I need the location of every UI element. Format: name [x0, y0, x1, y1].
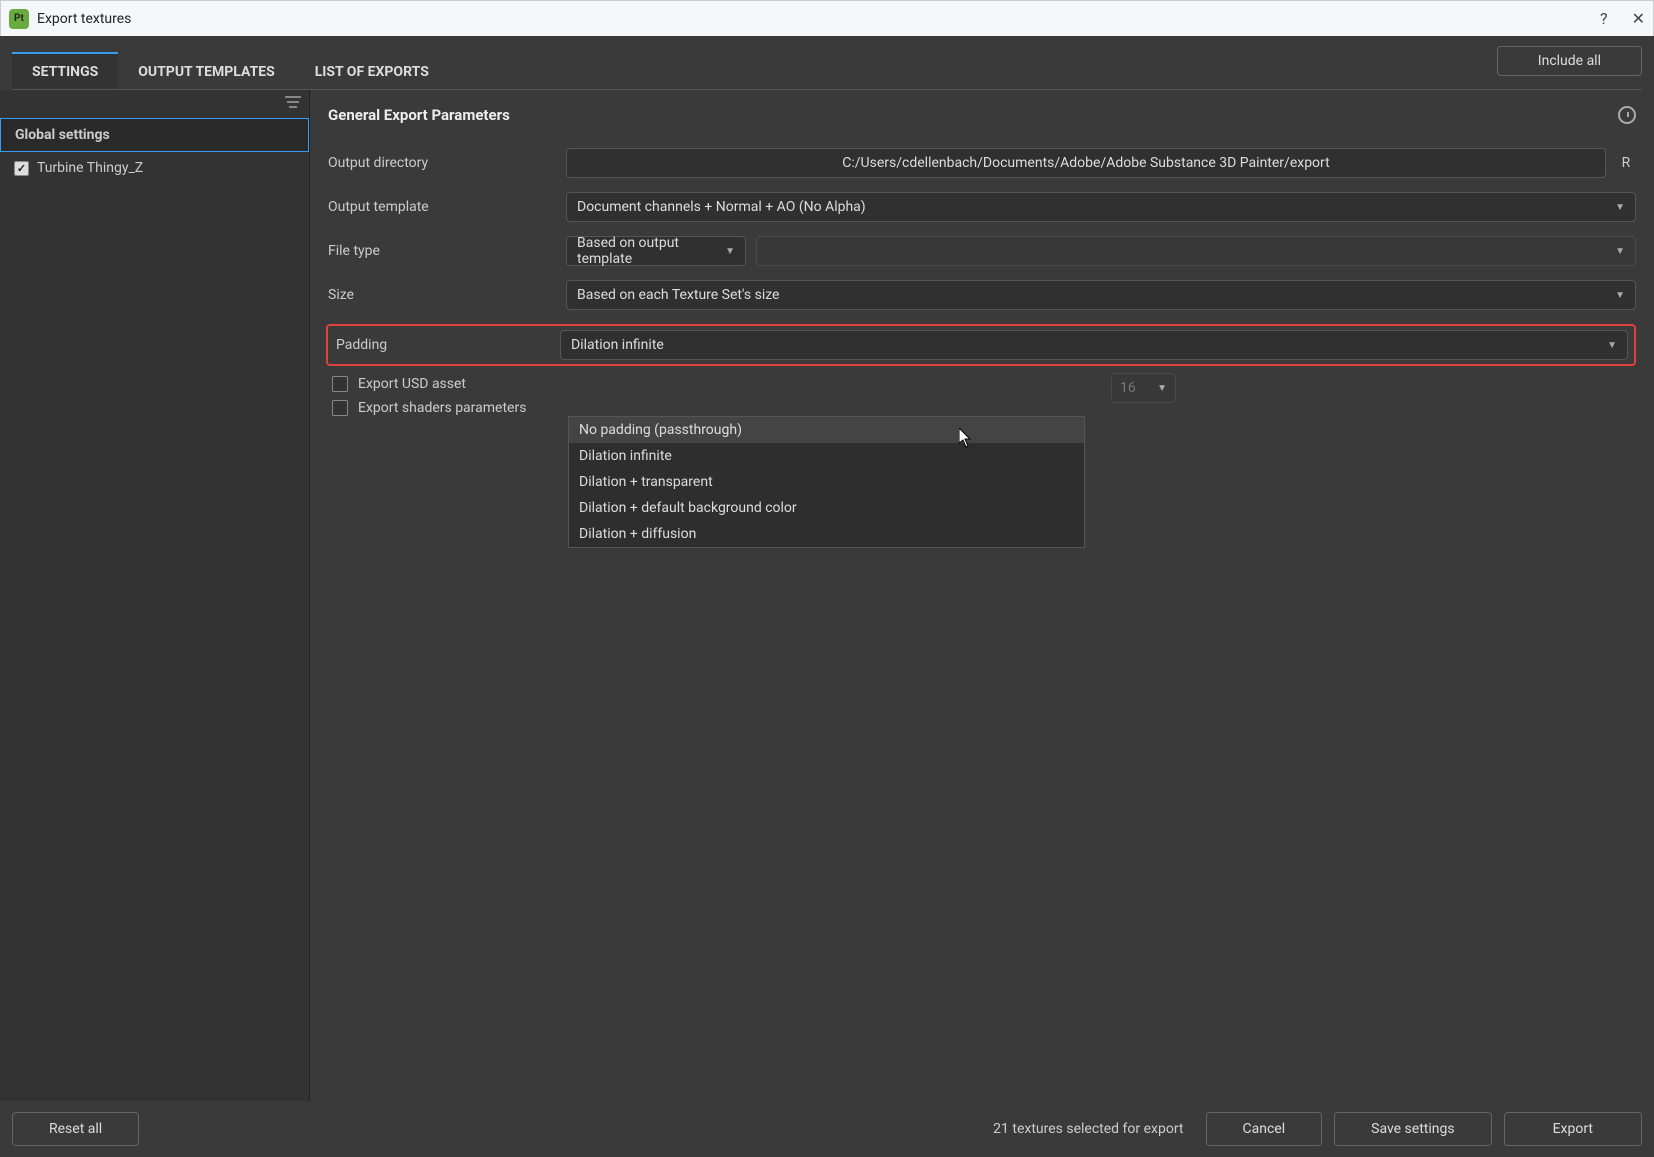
sidebar: Global settings ✓ Turbine Thingy_Z — [0, 90, 310, 1101]
texture-set-checkbox[interactable]: ✓ — [14, 161, 29, 176]
close-button[interactable]: ✕ — [1632, 9, 1645, 28]
row-padding: Padding Dilation infinite ▼ — [326, 324, 1636, 366]
row-output-template: Output template Document channels + Norm… — [328, 192, 1636, 222]
sidebar-global-settings[interactable]: Global settings — [0, 118, 309, 152]
label-export-usd: Export USD asset — [358, 376, 466, 392]
padding-option-dilation-default-bg[interactable]: Dilation + default background color — [569, 495, 1084, 521]
select-file-type[interactable]: Based on output template ▼ — [566, 236, 746, 266]
select-file-type-secondary: ▼ — [756, 236, 1636, 266]
chevron-down-icon: ▼ — [1615, 202, 1625, 213]
tab-output-templates[interactable]: OUTPUT TEMPLATES — [118, 52, 295, 90]
chevron-down-icon: ▼ — [725, 246, 735, 257]
tabbar: SETTINGS OUTPUT TEMPLATES LIST OF EXPORT… — [0, 36, 1654, 90]
row-output-directory: Output directory C:/Users/cdellenbach/Do… — [328, 148, 1636, 178]
sidebar-filter-icon[interactable] — [285, 96, 301, 112]
sidebar-global-settings-label: Global settings — [15, 127, 110, 143]
input-output-directory[interactable]: C:/Users/cdellenbach/Documents/Adobe/Ado… — [566, 148, 1606, 178]
select-output-template[interactable]: Document channels + Normal + AO (No Alph… — [566, 192, 1636, 222]
label-output-template: Output template — [328, 199, 556, 215]
sidebar-item-texture-set[interactable]: ✓ Turbine Thingy_Z — [0, 152, 309, 184]
padding-option-dilation-diffusion[interactable]: Dilation + diffusion — [569, 521, 1084, 547]
tab-settings[interactable]: SETTINGS — [12, 52, 118, 90]
padding-option-dilation-infinite[interactable]: Dilation infinite — [569, 443, 1084, 469]
help-button[interactable]: ? — [1600, 9, 1608, 28]
reset-output-directory-button[interactable]: R — [1616, 155, 1636, 171]
titlebar: Pt Export textures ? ✕ — [0, 0, 1654, 36]
label-output-directory: Output directory — [328, 155, 556, 171]
row-export-shaders[interactable]: Export shaders parameters — [328, 400, 1636, 416]
reset-all-button[interactable]: Reset all — [12, 1112, 139, 1146]
status-text: 21 textures selected for export — [151, 1121, 1193, 1137]
export-button[interactable]: Export — [1504, 1112, 1642, 1146]
label-file-type: File type — [328, 243, 556, 259]
tab-list-of-exports[interactable]: LIST OF EXPORTS — [295, 52, 449, 90]
chevron-down-icon: ▼ — [1157, 383, 1167, 394]
label-export-shaders: Export shaders parameters — [358, 400, 526, 416]
label-size: Size — [328, 287, 556, 303]
select-padding[interactable]: Dilation infinite ▼ — [560, 330, 1628, 360]
label-padding: Padding — [328, 337, 550, 353]
texture-set-label: Turbine Thingy_Z — [37, 160, 143, 176]
row-file-type: File type Based on output template ▼ ▼ — [328, 236, 1636, 266]
select-size[interactable]: Based on each Texture Set's size ▼ — [566, 280, 1636, 310]
chevron-down-icon: ▼ — [1607, 340, 1617, 351]
include-all-button[interactable]: Include all — [1497, 46, 1642, 76]
main-panel: General Export Parameters Output directo… — [310, 90, 1654, 1101]
padding-option-no-padding[interactable]: No padding (passthrough) — [569, 417, 1084, 443]
checkbox-export-usd[interactable] — [332, 376, 348, 392]
padding-option-dilation-transparent[interactable]: Dilation + transparent — [569, 469, 1084, 495]
window-title: Export textures — [37, 11, 131, 27]
section-title: General Export Parameters — [328, 106, 510, 124]
chevron-down-icon: ▼ — [1615, 290, 1625, 301]
checkbox-export-shaders[interactable] — [332, 400, 348, 416]
chevron-down-icon: ▼ — [1615, 246, 1625, 257]
app-icon: Pt — [9, 9, 29, 29]
bottom-bar: Reset all 21 textures selected for expor… — [0, 1101, 1654, 1157]
padding-dropdown[interactable]: No padding (passthrough) Dilation infini… — [568, 416, 1085, 548]
input-padding-value: 16 ▼ — [1111, 373, 1176, 403]
save-settings-button[interactable]: Save settings — [1334, 1112, 1491, 1146]
history-icon[interactable] — [1618, 106, 1636, 124]
row-export-usd[interactable]: Export USD asset — [328, 376, 1636, 392]
cancel-button[interactable]: Cancel — [1206, 1112, 1323, 1146]
row-size: Size Based on each Texture Set's size ▼ — [328, 280, 1636, 310]
